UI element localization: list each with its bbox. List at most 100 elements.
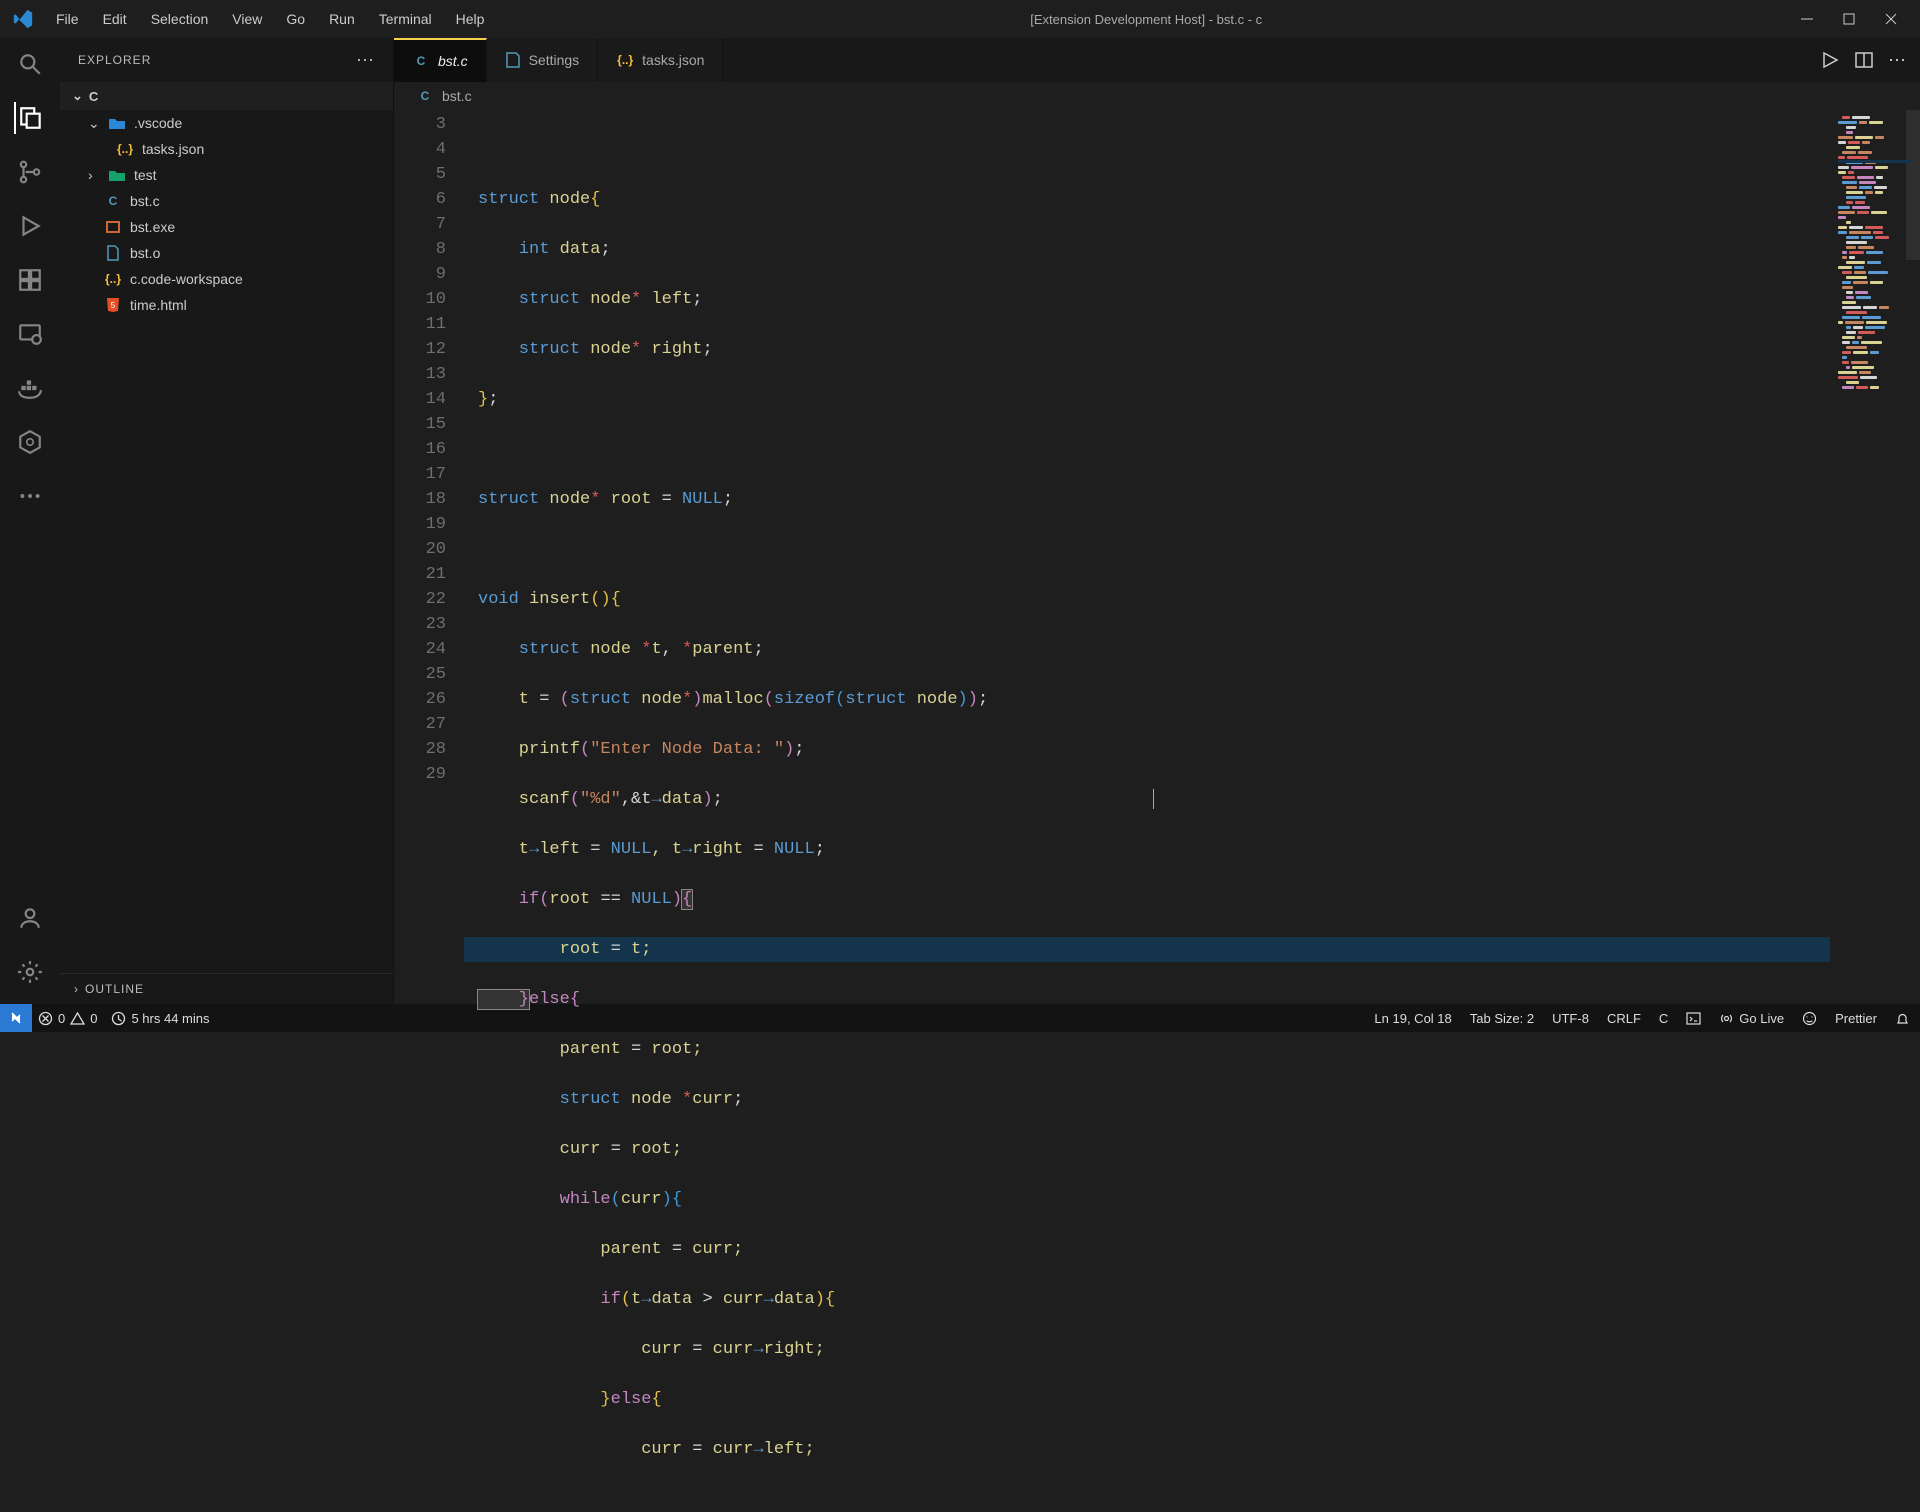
code-line: [464, 537, 1830, 562]
line-gutter: 345 678 91011 121314 151617 181920 21222…: [394, 110, 464, 1004]
settings-gear-icon[interactable]: [14, 956, 46, 988]
root-label: C: [89, 89, 98, 104]
file-label: bst.c: [130, 193, 160, 209]
file-time-html[interactable]: 5 time.html: [60, 292, 393, 318]
menu-edit[interactable]: Edit: [93, 7, 137, 31]
chevron-down-icon: ⌄: [88, 115, 100, 132]
code-line: parent = root;: [464, 1037, 1830, 1062]
menu-view[interactable]: View: [222, 7, 272, 31]
folder-label: test: [134, 167, 157, 183]
folder-label: .vscode: [134, 115, 182, 131]
extensions-icon[interactable]: [14, 264, 46, 296]
code-line: curr = curr→left;: [464, 1437, 1830, 1462]
activity-bar: [0, 38, 60, 1004]
status-notifications-icon[interactable]: [1895, 1011, 1910, 1026]
file-tasks-json[interactable]: {..} tasks.json: [60, 136, 393, 162]
menu-go[interactable]: Go: [276, 7, 315, 31]
file-label: time.html: [130, 297, 187, 313]
menu-run[interactable]: Run: [319, 7, 365, 31]
run-debug-icon[interactable]: [14, 210, 46, 242]
minimap[interactable]: [1830, 110, 1920, 1004]
remote-indicator[interactable]: [0, 1004, 32, 1032]
outline-label: OUTLINE: [85, 982, 144, 996]
menu-selection[interactable]: Selection: [141, 7, 219, 31]
chevron-right-icon: ›: [74, 982, 79, 996]
code-line: scanf("%d",&t→data);: [464, 787, 1830, 812]
tab-label: bst.c: [438, 53, 468, 69]
code-line: t→left = NULL, t→right = NULL;: [464, 837, 1830, 862]
code-line: void insert(){: [464, 587, 1830, 612]
code-line: while(curr){: [464, 1187, 1830, 1212]
folder-test[interactable]: › test: [60, 162, 393, 188]
tab-settings[interactable]: Settings: [487, 38, 599, 82]
explorer-header: EXPLORER ⋯: [60, 38, 393, 82]
close-button[interactable]: [1882, 10, 1900, 28]
code-line: int data;: [464, 237, 1830, 262]
split-editor-icon[interactable]: [1854, 50, 1874, 70]
more-icon[interactable]: [14, 480, 46, 512]
menu-terminal[interactable]: Terminal: [369, 7, 442, 31]
chevron-down-icon: ⌄: [72, 88, 83, 104]
file-bst-o[interactable]: bst.o: [60, 240, 393, 266]
minimap-content: [1838, 116, 1912, 391]
code-line: struct node* right;: [464, 337, 1830, 362]
source-control-icon[interactable]: [14, 156, 46, 188]
window-controls: [1798, 10, 1908, 28]
folder-icon: [108, 166, 126, 184]
accounts-icon[interactable]: [14, 902, 46, 934]
minimize-button[interactable]: [1798, 10, 1816, 28]
settings-file-icon: [505, 52, 521, 68]
docker-icon[interactable]: [14, 372, 46, 404]
folder-icon: [108, 114, 126, 132]
code-line: struct node* left;: [464, 287, 1830, 312]
c-file-icon: C: [416, 87, 434, 105]
html-icon: 5: [104, 296, 122, 314]
file-label: bst.exe: [130, 219, 175, 235]
exe-icon: [104, 218, 122, 236]
file-label: tasks.json: [142, 141, 204, 157]
remote-explorer-icon[interactable]: [14, 318, 46, 350]
tab-label: Settings: [529, 52, 580, 68]
code-line: parent = curr;: [464, 1237, 1830, 1262]
code-line: [464, 437, 1830, 462]
search-icon[interactable]: [14, 48, 46, 80]
code-line: }else{: [464, 987, 1830, 1012]
tree-root[interactable]: ⌄ C: [60, 82, 393, 110]
code-line: curr = root;: [464, 1137, 1830, 1162]
explorer-more-icon[interactable]: ⋯: [356, 50, 375, 71]
file-code-workspace[interactable]: {..} c.code-workspace: [60, 266, 393, 292]
file-bst-exe[interactable]: bst.exe: [60, 214, 393, 240]
editor-body[interactable]: 345 678 91011 121314 151617 181920 21222…: [394, 110, 1920, 1004]
editor-actions: ⋯: [1806, 38, 1920, 82]
explorer-icon[interactable]: [14, 102, 46, 134]
menu-file[interactable]: File: [46, 7, 89, 31]
kubernetes-icon[interactable]: [14, 426, 46, 458]
code-line: struct node{: [464, 187, 1830, 212]
outline-section[interactable]: › OUTLINE: [60, 973, 393, 1004]
run-icon[interactable]: [1820, 50, 1840, 70]
more-actions-icon[interactable]: ⋯: [1888, 50, 1906, 71]
folder-vscode[interactable]: ⌄ .vscode: [60, 110, 393, 136]
c-file-icon: C: [104, 192, 122, 210]
file-label: c.code-workspace: [130, 271, 243, 287]
code-line: printf("Enter Node Data: ");: [464, 737, 1830, 762]
code-content[interactable]: struct node{ int data; struct node* left…: [464, 110, 1830, 1004]
breadcrumb[interactable]: C bst.c: [394, 82, 1920, 110]
file-bst-c[interactable]: C bst.c: [60, 188, 393, 214]
status-prettier[interactable]: Prettier: [1835, 1011, 1877, 1026]
tab-bst-c[interactable]: C bst.c: [394, 38, 487, 82]
status-problems[interactable]: 0 0: [38, 1011, 97, 1026]
text-cursor: [1153, 789, 1154, 809]
editor-area: C bst.c Settings {..} tasks.json ⋯ C: [394, 38, 1920, 1004]
file-label: bst.o: [130, 245, 160, 261]
maximize-button[interactable]: [1840, 10, 1858, 28]
tab-tasks-json[interactable]: {..} tasks.json: [598, 38, 723, 82]
code-line: };: [464, 387, 1830, 412]
code-line: [464, 137, 1830, 162]
code-line: }else{: [464, 1387, 1830, 1412]
menu-help[interactable]: Help: [446, 7, 495, 31]
code-line: struct node *curr;: [464, 1087, 1830, 1112]
code-line: struct node* root = NULL;: [464, 487, 1830, 512]
status-wakatime[interactable]: 5 hrs 44 mins: [111, 1011, 209, 1026]
menu-bar: File Edit Selection View Go Run Terminal…: [46, 7, 494, 31]
